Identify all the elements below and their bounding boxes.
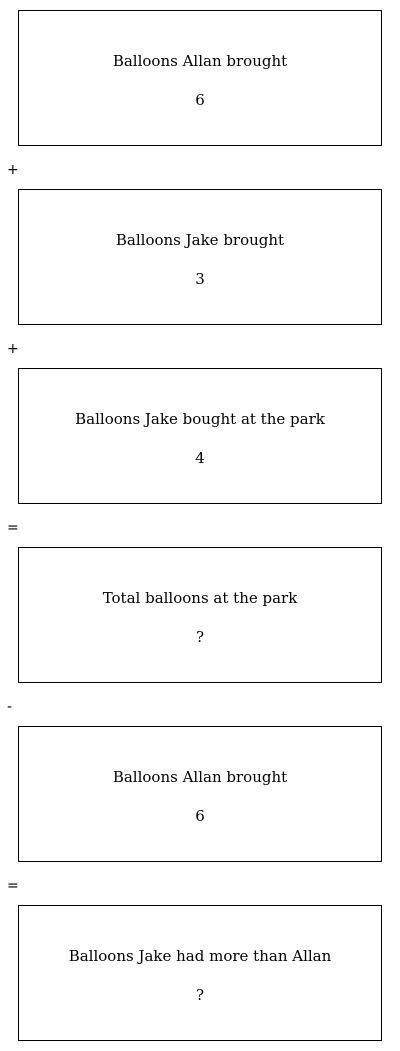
box-value: ? bbox=[195, 628, 205, 646]
operator-plus: + bbox=[7, 162, 19, 178]
box-total-balloons: Total balloons at the park ? bbox=[18, 547, 382, 683]
operator-equals: = bbox=[7, 878, 19, 894]
box-value: 4 bbox=[195, 449, 205, 467]
box-label: Balloons Allan brought bbox=[112, 52, 288, 70]
operator-equals: = bbox=[7, 520, 19, 536]
box-allan-brought: Balloons Allan brought 6 bbox=[18, 10, 382, 146]
box-label: Balloons Allan brought bbox=[112, 768, 288, 786]
box-allan-brought-2: Balloons Allan brought 6 bbox=[18, 726, 382, 862]
box-label: Balloons Jake bought at the park bbox=[75, 410, 325, 428]
box-value: 6 bbox=[195, 807, 205, 825]
box-value: 3 bbox=[195, 270, 205, 288]
box-jake-brought: Balloons Jake brought 3 bbox=[18, 189, 382, 325]
box-label: Balloons Jake had more than Allan bbox=[68, 947, 332, 965]
operator-minus: - bbox=[7, 699, 13, 715]
box-jake-bought: Balloons Jake bought at the park 4 bbox=[18, 368, 382, 504]
operator-plus: + bbox=[7, 341, 19, 357]
box-value: ? bbox=[195, 986, 205, 1004]
box-difference: Balloons Jake had more than Allan ? bbox=[18, 905, 382, 1041]
box-value: 6 bbox=[195, 91, 205, 109]
box-label: Total balloons at the park bbox=[102, 589, 298, 607]
box-label: Balloons Jake brought bbox=[115, 231, 285, 249]
